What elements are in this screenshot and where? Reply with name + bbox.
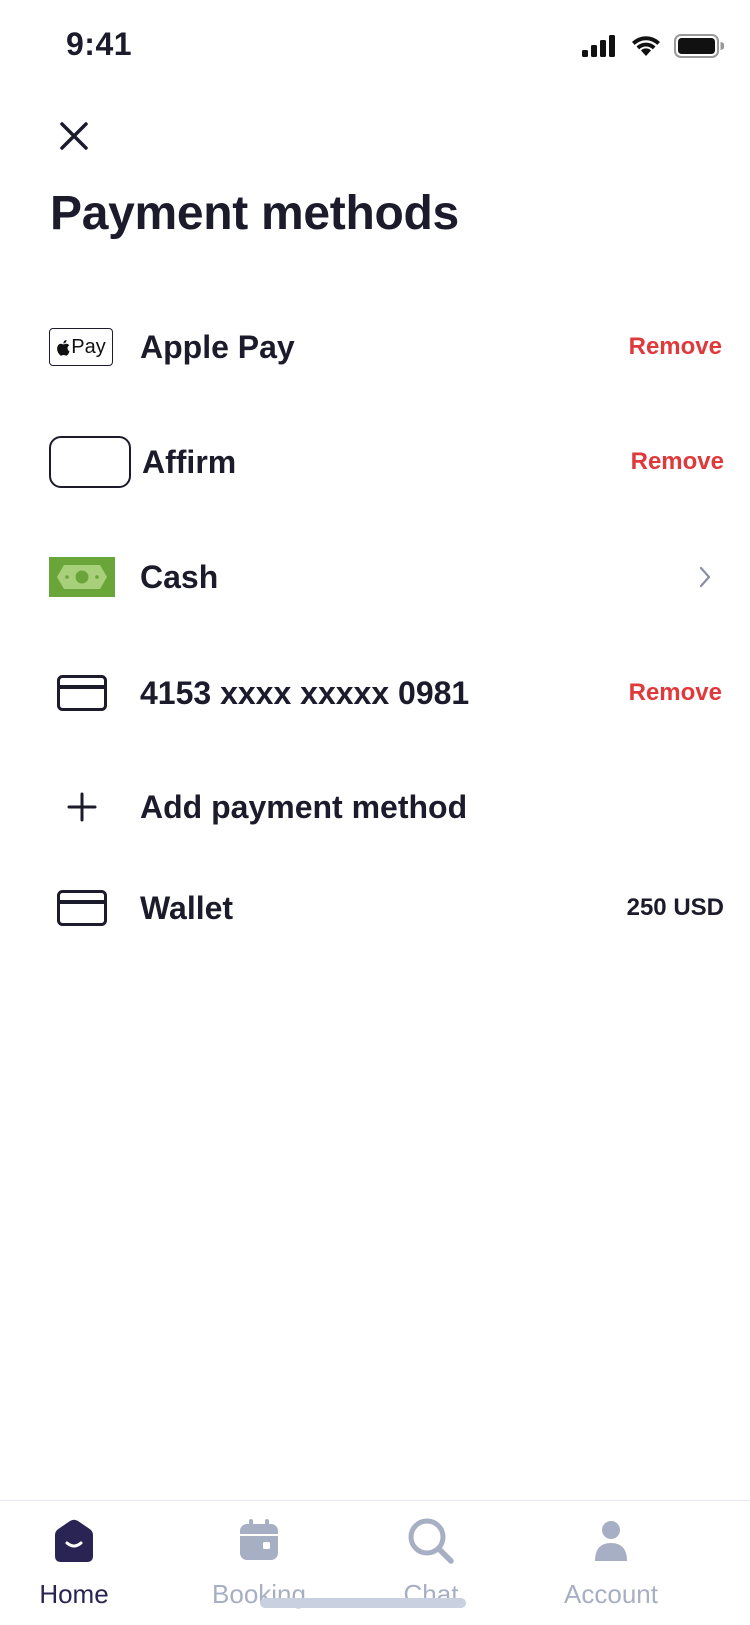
wallet-balance: 250 USD	[626, 894, 724, 921]
remove-card-button[interactable]: Remove	[629, 679, 722, 707]
payment-method-cash[interactable]: Cash	[0, 537, 750, 617]
cellular-signal-icon	[582, 35, 615, 57]
status-bar: 9:41	[0, 0, 750, 92]
cash-icon	[49, 557, 115, 597]
payment-method-affirm[interactable]: Affirm Remove	[0, 422, 750, 502]
cash-label: Cash	[140, 558, 219, 595]
affirm-label: Affirm	[142, 443, 237, 480]
home-icon	[51, 1513, 97, 1569]
tab-home[interactable]: Home	[0, 1513, 149, 1613]
tab-home-label: Home	[39, 1579, 109, 1609]
status-time: 9:41	[66, 26, 133, 62]
apple-pay-badge-text: Pay	[71, 335, 106, 358]
tab-account-label: Account	[564, 1579, 658, 1609]
remove-apple-pay-button[interactable]: Remove	[629, 333, 722, 361]
apple-logo-icon	[57, 339, 70, 356]
affirm-logo	[49, 436, 131, 488]
payment-method-apple-pay[interactable]: Pay Apple Pay Remove	[0, 307, 750, 387]
calendar-icon	[236, 1513, 282, 1569]
apple-pay-label: Apple Pay	[140, 328, 295, 365]
close-button[interactable]	[54, 116, 94, 156]
banknote-icon	[57, 565, 107, 589]
close-icon	[60, 122, 88, 150]
plus-icon	[66, 791, 98, 823]
credit-card-icon	[57, 675, 107, 711]
wallet-icon	[57, 890, 107, 926]
home-indicator	[260, 1598, 466, 1608]
card-label: 4153 xxxx xxxxx 0981	[140, 674, 470, 711]
search-icon	[406, 1513, 456, 1569]
add-payment-method-button[interactable]: Add payment method	[0, 767, 750, 847]
user-icon	[591, 1513, 631, 1569]
apple-pay-logo: Pay	[49, 328, 113, 366]
add-payment-method-label: Add payment method	[140, 788, 468, 825]
status-icons	[582, 34, 724, 58]
tab-account[interactable]: Account	[536, 1513, 686, 1613]
wifi-icon	[632, 36, 660, 56]
payment-method-wallet[interactable]: Wallet 250 USD	[0, 868, 750, 948]
payment-method-card[interactable]: 4153 xxxx xxxxx 0981 Remove	[0, 653, 750, 733]
battery-icon	[674, 34, 724, 58]
wallet-label: Wallet	[140, 889, 234, 926]
remove-affirm-button[interactable]: Remove	[631, 448, 724, 476]
chevron-right-icon	[699, 566, 711, 588]
page-title: Payment methods	[50, 187, 459, 240]
